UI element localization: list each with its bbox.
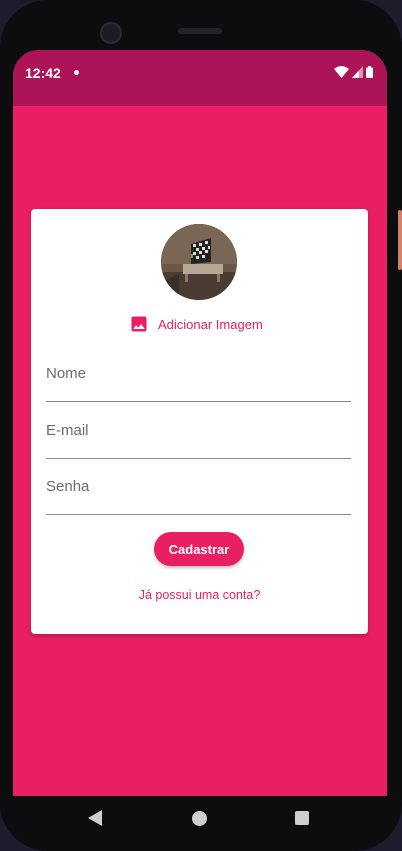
notification-dot-icon (74, 70, 79, 75)
status-icons (334, 66, 373, 78)
phone-frame: 12:42 Adicionar Imagem Nome E-mail Cadas… (0, 0, 402, 851)
side-power-button (398, 210, 402, 270)
wifi-icon (334, 66, 349, 78)
status-bar: 12:42 (13, 50, 387, 106)
add-image-label: Adicionar Imagem (158, 316, 263, 332)
avatar-photo (161, 224, 237, 300)
name-input[interactable] (46, 365, 351, 382)
earpiece-speaker (178, 28, 222, 34)
signal-icon (352, 66, 363, 78)
top-bezel (0, 0, 402, 50)
front-camera (100, 22, 122, 44)
recent-square-icon[interactable] (295, 811, 309, 825)
signup-card: Adicionar Imagem Cadastrar Já possui uma… (31, 209, 368, 634)
app-screen: 12:42 Adicionar Imagem Nome E-mail Cadas… (13, 50, 387, 796)
password-input[interactable] (46, 478, 351, 495)
battery-icon (366, 66, 373, 78)
status-time: 12:42 (25, 65, 61, 81)
login-link[interactable]: Já possui uma conta? (31, 588, 368, 602)
password-field[interactable] (46, 470, 351, 515)
profile-avatar[interactable] (161, 224, 237, 300)
add-image-button[interactable]: Adicionar Imagem (129, 314, 263, 334)
navigation-bar (0, 796, 402, 851)
back-triangle-icon[interactable] (88, 810, 102, 826)
email-field[interactable] (46, 414, 351, 459)
home-circle-icon[interactable] (192, 811, 207, 826)
image-icon (131, 316, 147, 332)
email-input[interactable] (46, 422, 351, 439)
register-button[interactable]: Cadastrar (154, 532, 244, 566)
name-field[interactable] (46, 357, 351, 402)
